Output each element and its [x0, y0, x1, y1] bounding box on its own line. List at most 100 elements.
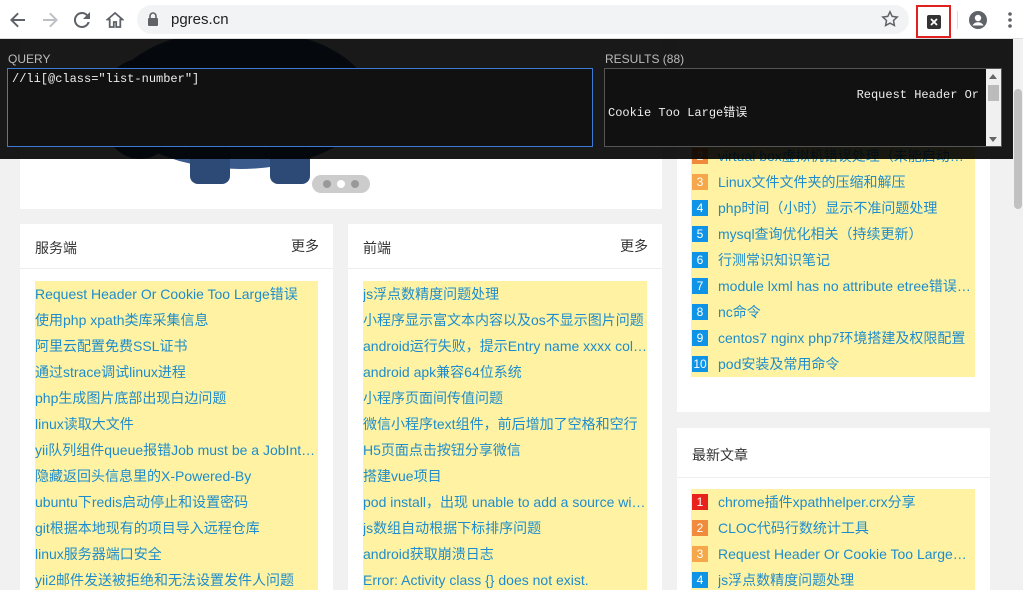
rank-item[interactable]: 3 Linux文件文件夹的压缩和解压: [691, 169, 975, 195]
rank-number: 3: [692, 546, 708, 562]
result-line: Cookie Too Large错误: [608, 106, 748, 120]
rank-title[interactable]: centos7 nginx php7环境搭建及权限配置: [718, 328, 965, 348]
list-item[interactable]: H5页面点击按钮分享微信: [363, 437, 647, 463]
rank-title[interactable]: js浮点数精度问题处理: [718, 570, 854, 590]
latest-card-header: 最新文章: [677, 428, 990, 478]
list-item[interactable]: js浮点数精度问题处理: [363, 281, 647, 307]
list-item[interactable]: 微信小程序text组件，前后增加了空格和空行: [363, 411, 647, 437]
list-item[interactable]: linux服务器端口安全: [35, 541, 318, 567]
query-text[interactable]: //li[@class="list-number"]: [12, 72, 199, 86]
list-item[interactable]: php生成图片底部出现白边问题: [35, 385, 318, 411]
list-item[interactable]: git根据本地现有的项目导入远程仓库: [35, 515, 318, 541]
rank-item[interactable]: 4 php时间（小时）显示不准问题处理: [691, 195, 975, 221]
server-card-header: 服务端 更多: [20, 224, 333, 269]
carousel-dot[interactable]: [323, 180, 331, 188]
rank-title[interactable]: mysql查询优化相关（持续更新）: [718, 224, 923, 244]
latest-articles-list: 1 chrome插件xpathhelper.crx分享 2 CLOC代码行数统计工具…: [691, 489, 975, 590]
page-scrollbar[interactable]: [1013, 39, 1023, 590]
rank-number: 7: [692, 278, 708, 294]
list-item[interactable]: 隐藏返回头信息里的X-Powered-By: [35, 463, 318, 489]
address-bar[interactable]: pgres.cn: [137, 5, 909, 34]
list-item[interactable]: android获取崩溃日志: [363, 541, 647, 567]
rank-title[interactable]: chrome插件xpathhelper.crx分享: [718, 492, 916, 512]
list-item[interactable]: 小程序显示富文本内容以及os不显示图片问题: [363, 307, 647, 333]
scroll-down-icon[interactable]: [989, 137, 997, 142]
list-item[interactable]: android apk兼容64位系统: [363, 359, 647, 385]
frontend-card: 前端 更多 js浮点数精度问题处理 小程序显示富文本内容以及os不显示图片问题 …: [348, 224, 662, 590]
rank-item[interactable]: 3 Request Header Or Cookie Too Large错误: [691, 541, 975, 567]
toolbar-divider: [957, 11, 958, 29]
rank-title[interactable]: 行测常识知识笔记: [718, 250, 830, 270]
menu-icon[interactable]: [998, 8, 1022, 32]
list-item[interactable]: yii队列组件queue报错Job must be a JobInterface…: [35, 437, 318, 463]
hot-articles-list: 2virtual box虚拟机错误处理（未能启动虚拟电脑） 3Linux文件文件…: [691, 143, 975, 377]
rank-item[interactable]: 9 centos7 nginx php7环境搭建及权限配置: [691, 325, 975, 351]
rank-item[interactable]: 8 nc命令: [691, 299, 975, 325]
list-item[interactable]: Error: Activity class {} does not exist.: [363, 567, 647, 590]
scroll-up-icon[interactable]: [989, 74, 997, 79]
card-title: 前端: [363, 240, 391, 256]
rank-item[interactable]: 1 chrome插件xpathhelper.crx分享: [691, 489, 975, 515]
list-item[interactable]: 使用php xpath类库采集信息: [35, 307, 318, 333]
list-item[interactable]: yii2邮件发送被拒绝和无法设置发件人问题: [35, 567, 318, 590]
server-card: 服务端 更多 Request Header Or Cookie Too Larg…: [20, 224, 333, 590]
rank-title[interactable]: php时间（小时）显示不准问题处理: [718, 198, 937, 218]
rank-number: 3: [692, 174, 708, 190]
rank-number: 4: [692, 200, 708, 216]
rank-number: 6: [692, 252, 708, 268]
rank-title[interactable]: nc命令: [718, 302, 761, 322]
rank-item[interactable]: 2 CLOC代码行数统计工具: [691, 515, 975, 541]
rank-title[interactable]: Linux文件文件夹的压缩和解压: [718, 172, 905, 192]
rank-number: 9: [692, 330, 708, 346]
rank-title[interactable]: module lxml has no attribute etree错误处理: [718, 276, 975, 296]
query-label: QUERY: [8, 52, 51, 66]
rank-number: 2: [692, 520, 708, 536]
list-item[interactable]: linux读取大文件: [35, 411, 318, 437]
list-item[interactable]: android运行失败，提示Entry name xxxx collided: [363, 333, 647, 359]
lock-icon: [147, 12, 159, 31]
frontend-card-header: 前端 更多: [348, 224, 662, 269]
results-scrollbar-thumb[interactable]: [988, 85, 999, 101]
page-scrollbar-thumb[interactable]: [1014, 89, 1022, 209]
reload-icon[interactable]: [70, 8, 94, 32]
list-item[interactable]: 通过strace调试linux进程: [35, 359, 318, 385]
rank-item[interactable]: 10 pod安装及常用命令: [691, 351, 975, 377]
rank-number: 10: [692, 356, 708, 372]
list-item[interactable]: 搭建vue项目: [363, 463, 647, 489]
list-item[interactable]: ubuntu下redis启动停止和设置密码: [35, 489, 318, 515]
results-scrollbar[interactable]: [986, 69, 1001, 146]
rank-item[interactable]: 7 module lxml has no attribute etree错误处理: [691, 273, 975, 299]
result-line: Request Header Or: [856, 88, 979, 102]
carousel-dot[interactable]: [351, 180, 359, 188]
carousel-dots[interactable]: [312, 175, 370, 193]
rank-number: 8: [692, 304, 708, 320]
more-link[interactable]: 更多: [620, 236, 648, 256]
carousel-dot-active[interactable]: [337, 180, 345, 188]
xpath-helper-icon: [926, 14, 941, 29]
server-article-list: Request Header Or Cookie Too Large错误 使用p…: [35, 281, 318, 590]
rank-title[interactable]: pod安装及常用命令: [718, 354, 839, 374]
rank-title[interactable]: CLOC代码行数统计工具: [718, 518, 869, 538]
more-link[interactable]: 更多: [291, 236, 319, 256]
list-item[interactable]: pod install，出现 unable to add a source wi…: [363, 489, 647, 515]
profile-icon[interactable]: [966, 8, 990, 32]
results-label: RESULTS (88): [605, 52, 685, 66]
list-item[interactable]: js数组自动根据下标排序问题: [363, 515, 647, 541]
rank-title[interactable]: Request Header Or Cookie Too Large错误: [718, 544, 975, 564]
results-output[interactable]: Request Header Or Cookie Too Large错误: [604, 68, 1002, 147]
rank-item[interactable]: 6 行测常识知识笔记: [691, 247, 975, 273]
back-icon[interactable]: [6, 8, 30, 32]
rank-item[interactable]: 5 mysql查询优化相关（持续更新）: [691, 221, 975, 247]
query-input[interactable]: //li[@class="list-number"]: [7, 68, 593, 147]
forward-icon[interactable]: [38, 8, 62, 32]
list-item[interactable]: Request Header Or Cookie Too Large错误: [35, 281, 318, 307]
xpath-helper-extension-button[interactable]: [916, 5, 951, 38]
list-item[interactable]: 小程序页面间传值问题: [363, 385, 647, 411]
home-icon[interactable]: [103, 8, 127, 32]
rank-number: 5: [692, 226, 708, 242]
rank-number: 1: [692, 494, 708, 510]
card-title: 服务端: [35, 240, 77, 256]
star-icon[interactable]: [881, 10, 899, 33]
list-item[interactable]: 阿里云配置免费SSL证书: [35, 333, 318, 359]
rank-item[interactable]: 4 js浮点数精度问题处理: [691, 567, 975, 590]
